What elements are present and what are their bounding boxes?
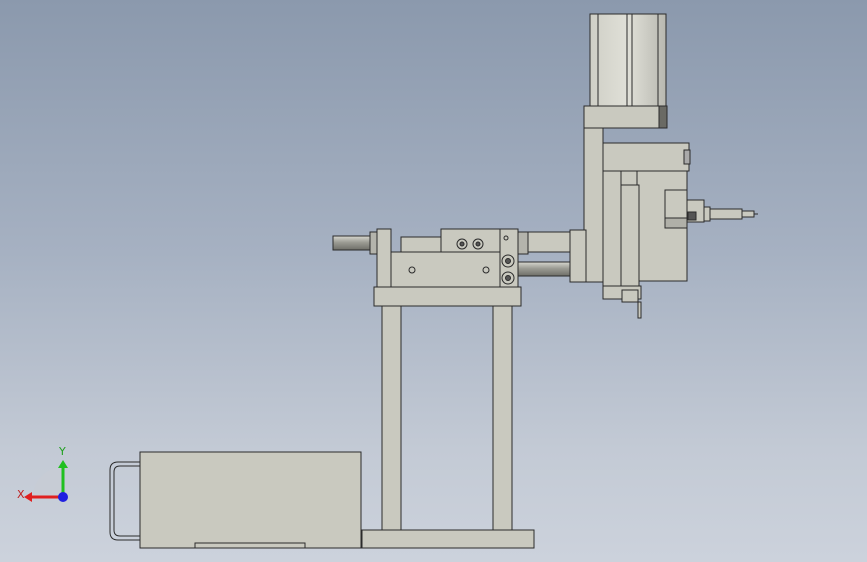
side-block[interactable] bbox=[664, 189, 688, 221]
orientation-triad[interactable]: X Y bbox=[17, 445, 68, 502]
y-axis-label: Y bbox=[58, 445, 66, 458]
right-rod[interactable] bbox=[517, 261, 571, 277]
cad-viewport[interactable]: X Y bbox=[0, 0, 867, 562]
top-plate[interactable] bbox=[373, 286, 522, 307]
base-handle[interactable] bbox=[109, 461, 140, 541]
right-column[interactable] bbox=[492, 305, 513, 531]
assembly-drawing: X Y bbox=[17, 13, 758, 549]
micrometer-probe[interactable] bbox=[686, 199, 758, 223]
top-cylinder[interactable] bbox=[583, 13, 668, 129]
base-plate[interactable] bbox=[361, 529, 535, 549]
slide-block[interactable] bbox=[376, 228, 579, 288]
x-axis-label: X bbox=[17, 488, 25, 501]
probe-pin bbox=[637, 301, 642, 319]
triad-bg-icon bbox=[33, 467, 63, 497]
base-box[interactable] bbox=[139, 451, 362, 549]
left-column[interactable] bbox=[381, 305, 402, 531]
